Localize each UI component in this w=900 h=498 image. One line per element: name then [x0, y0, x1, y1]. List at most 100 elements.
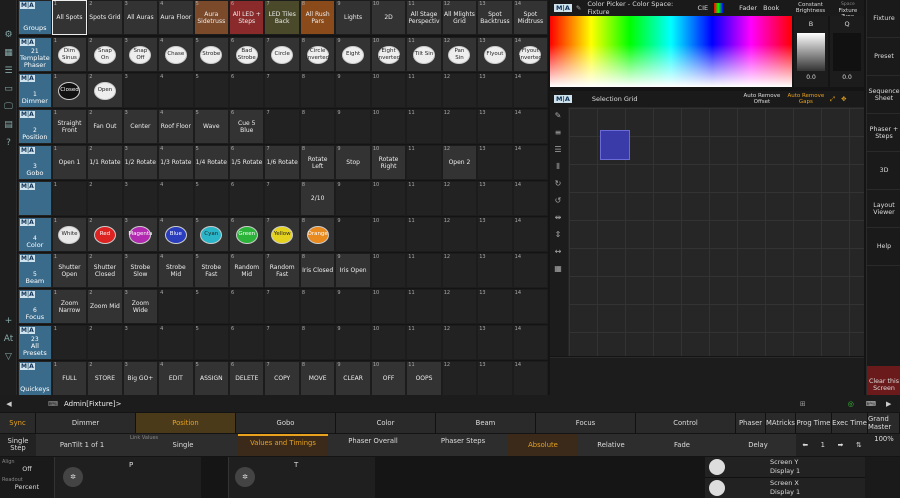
- feature-tab[interactable]: Exec Time: [832, 413, 868, 433]
- pool-cell[interactable]: 6 Bad Strobe: [229, 37, 265, 72]
- constant-brightness-toggle[interactable]: Constant Brightness: [793, 2, 827, 14]
- absolute-button[interactable]: Absolute: [508, 434, 578, 456]
- edit-tool-icon[interactable]: ✎: [550, 107, 566, 124]
- pool-cell[interactable]: 12 All Mlights Grid: [441, 0, 478, 35]
- pool-cell[interactable]: 1 Shutter Open: [51, 253, 88, 288]
- pool-cell[interactable]: 2 Spots Grid: [87, 0, 123, 35]
- pool-cell[interactable]: 3 All Auras: [122, 0, 159, 35]
- pool-cell[interactable]: 5 Strobe: [193, 37, 230, 72]
- pool-cell[interactable]: 5 Cyan: [193, 217, 230, 252]
- feature-tab[interactable]: Prog Time: [796, 413, 832, 433]
- pool-cell[interactable]: 8 Iris Closed: [299, 253, 336, 288]
- pool-cell[interactable]: 11: [406, 253, 442, 288]
- single-step-button[interactable]: Single Step: [0, 434, 36, 456]
- rotate-cw-icon[interactable]: ↻: [550, 175, 566, 192]
- keyboard-icon[interactable]: ⌨: [42, 400, 64, 408]
- pool-cell[interactable]: 13: [477, 217, 513, 252]
- view-button[interactable]: Fixture: [867, 0, 900, 38]
- pool-cell[interactable]: 2 Fan Out: [87, 109, 123, 144]
- pool-cell[interactable]: 8: [299, 289, 336, 324]
- view-button[interactable]: Sequence Sheet: [867, 76, 900, 114]
- pool-cell[interactable]: 4: [158, 181, 194, 216]
- pool-cell[interactable]: 3: [122, 73, 159, 108]
- monitor-icon[interactable]: 🖵: [0, 98, 17, 116]
- fade-button[interactable]: Fade: [644, 434, 720, 456]
- pool-cell[interactable]: 6 Green: [229, 217, 265, 252]
- pool-cell[interactable]: 12: [441, 361, 478, 396]
- pool-cell[interactable]: 9 Stop: [335, 145, 371, 180]
- pool-cell[interactable]: 8: [299, 73, 336, 108]
- pool-cell[interactable]: 5 Aura Sidetruss: [193, 0, 230, 35]
- pool-row-header[interactable]: M|A 2 Position: [18, 109, 52, 144]
- pool-cell[interactable]: 9: [335, 325, 371, 360]
- pool-cell[interactable]: 4 Blue: [158, 217, 194, 252]
- pool-cell[interactable]: 5: [193, 73, 230, 108]
- pool-row-header[interactable]: M|A 6 Focus: [18, 289, 52, 324]
- pool-cell[interactable]: 1 Dim Sinus: [51, 37, 88, 72]
- pool-cell[interactable]: 14: [512, 361, 549, 396]
- pool-cell[interactable]: 8 Circle Inverted: [299, 37, 336, 72]
- pool-cell[interactable]: 3: [122, 181, 159, 216]
- encoder-t[interactable]: ✲ T: [228, 457, 375, 498]
- pool-cell[interactable]: 10 Rotate Right: [370, 145, 407, 180]
- pool-cell[interactable]: 6: [229, 181, 265, 216]
- pool-cell[interactable]: 7 Circle: [264, 37, 300, 72]
- pool-cell[interactable]: 9 Eight: [335, 37, 371, 72]
- pool-cell[interactable]: 11: [406, 289, 442, 324]
- relative-button[interactable]: Relative: [578, 434, 644, 456]
- feature-tab[interactable]: Control: [636, 413, 736, 433]
- pool-cell[interactable]: 13: [477, 289, 513, 324]
- pool-cell[interactable]: 1: [51, 325, 88, 360]
- auto-remove-gaps-toggle[interactable]: Auto Remove Gaps: [784, 93, 828, 105]
- pool-cell[interactable]: 4 Roof Floor: [158, 109, 194, 144]
- pool-cell[interactable]: 4 Aura Floor: [158, 0, 194, 35]
- pool-cell[interactable]: 12: [441, 109, 478, 144]
- pool-cell[interactable]: 12: [441, 325, 478, 360]
- feature-tab[interactable]: Gobo: [236, 413, 336, 433]
- pool-cell[interactable]: 8: [299, 325, 336, 360]
- pool-cell[interactable]: 4: [158, 73, 194, 108]
- pool-cell[interactable]: 11: [406, 73, 442, 108]
- pool-cell[interactable]: 10: [370, 217, 407, 252]
- pool-cell[interactable]: 10 2D: [370, 0, 407, 35]
- window-icon[interactable]: ▭: [0, 80, 17, 98]
- selection-grid-canvas[interactable]: [569, 108, 864, 356]
- list-icon[interactable]: ☰: [0, 62, 17, 80]
- pool-cell[interactable]: 11 All Stage Perspectiv: [406, 0, 442, 35]
- flip-h-icon[interactable]: ⇹: [550, 209, 566, 226]
- pool-cell[interactable]: 14: [512, 217, 549, 252]
- pool-cell[interactable]: 7: [264, 109, 300, 144]
- screen-x-knob-icon[interactable]: [709, 480, 725, 496]
- pool-cell[interactable]: 12 Open 2: [441, 145, 478, 180]
- pool-row-header[interactable]: M|A: [18, 181, 52, 216]
- pool-cell[interactable]: 11: [406, 109, 442, 144]
- pool-cell[interactable]: 12: [441, 253, 478, 288]
- pool-cell[interactable]: 14: [512, 253, 549, 288]
- pool-cell[interactable]: 12: [441, 289, 478, 324]
- pool-row-header[interactable]: M|A 1 Dimmer: [18, 73, 52, 108]
- pool-cell[interactable]: 2 Zoom Mid: [87, 289, 123, 324]
- view-button[interactable]: Help: [867, 228, 900, 266]
- pool-cell[interactable]: 10: [370, 289, 407, 324]
- pool-row-header[interactable]: M|A 4 Color: [18, 217, 52, 252]
- pool-cell[interactable]: 7 Random Fast: [264, 253, 300, 288]
- pool-cell[interactable]: 7 1/6 Rotate: [264, 145, 300, 180]
- pool-cell[interactable]: 2 Red: [87, 217, 123, 252]
- pool-cell[interactable]: 7: [264, 325, 300, 360]
- pool-cell[interactable]: 13: [477, 253, 513, 288]
- pool-cell[interactable]: 13 Spot Backtruss: [477, 0, 513, 35]
- pool-cell[interactable]: 14: [512, 325, 549, 360]
- pool-cell[interactable]: 13: [477, 325, 513, 360]
- pool-cell[interactable]: 5: [193, 289, 230, 324]
- cie-tab[interactable]: CIE: [698, 4, 709, 12]
- align-columns-icon[interactable]: ⦀: [550, 158, 566, 175]
- pool-cell[interactable]: 9: [335, 217, 371, 252]
- values-timings-button[interactable]: Values and Timings: [238, 434, 328, 456]
- pool-cell[interactable]: 10: [370, 253, 407, 288]
- pool-cell[interactable]: 6 Cue 5 Blue: [229, 109, 265, 144]
- pool-cell[interactable]: 7 LED Tiles Back: [264, 0, 300, 35]
- pool-cell[interactable]: 11: [406, 217, 442, 252]
- network-icon[interactable]: ◎: [848, 400, 854, 408]
- pool-cell[interactable]: 3 1/2 Rotate: [122, 145, 159, 180]
- at-label[interactable]: At: [0, 330, 17, 348]
